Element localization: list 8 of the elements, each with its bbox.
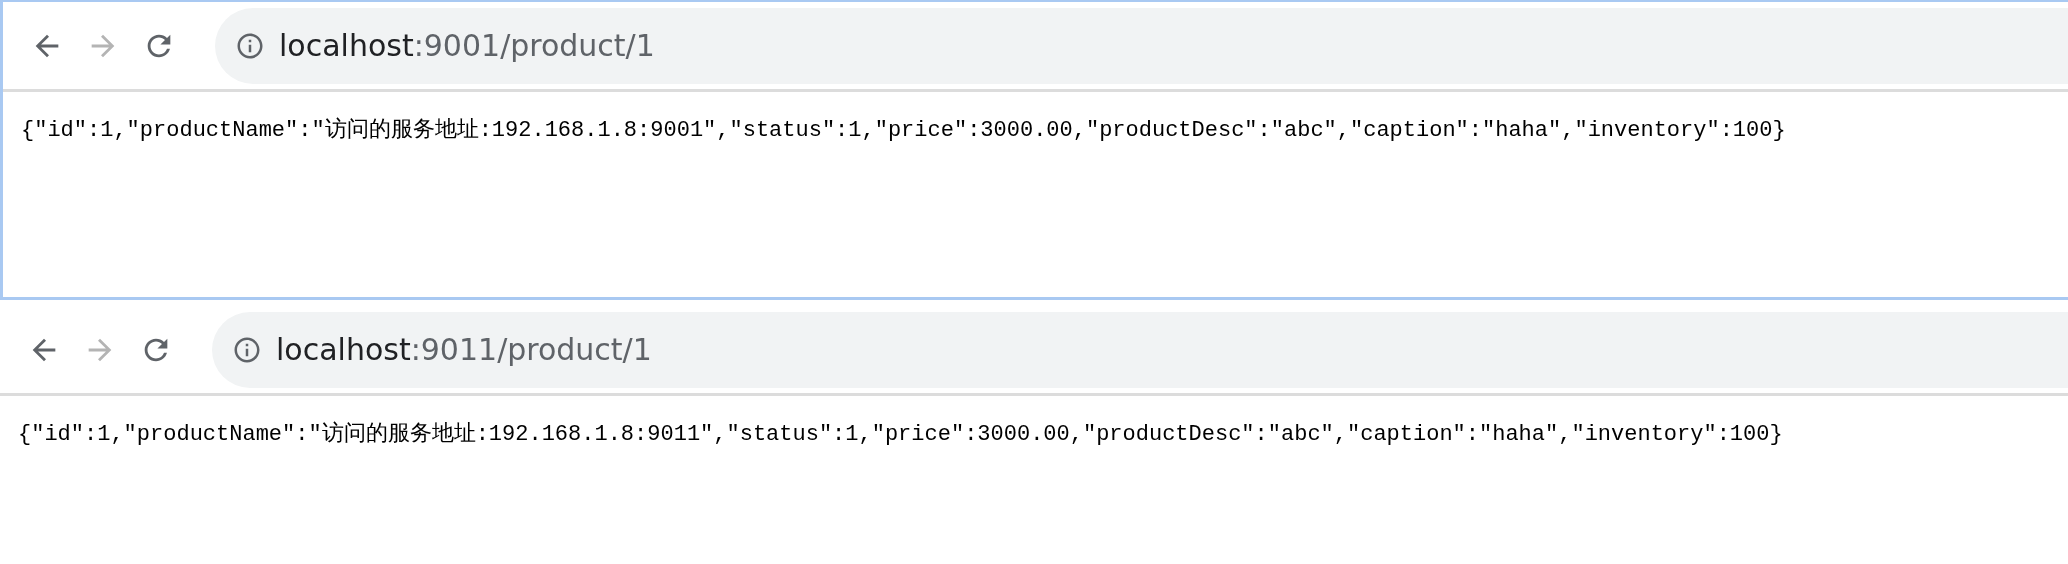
address-bar[interactable]: localhost:9011/product/1 (212, 311, 2068, 388)
url-host: localhost (279, 28, 414, 63)
address-bar[interactable]: localhost:9001/product/1 (215, 7, 2068, 84)
url-path: :9011/product/1 (410, 332, 652, 367)
url-host: localhost (276, 332, 411, 367)
json-response: {"id":1,"productName":"访问的服务地址:192.168.1.8:9011","status":1,"price":3000.00,"productDesc":"abc","caption":"haha","inventory":100} (18, 420, 1784, 449)
json-response: {"id":1,"productName":"访问的服务地址:192.168.1.8:9001","status":1,"price":3000.00,"productDesc":"abc","caption":"haha","inventory":100} (21, 116, 1787, 145)
url-path: :9001/product/1 (413, 28, 655, 63)
